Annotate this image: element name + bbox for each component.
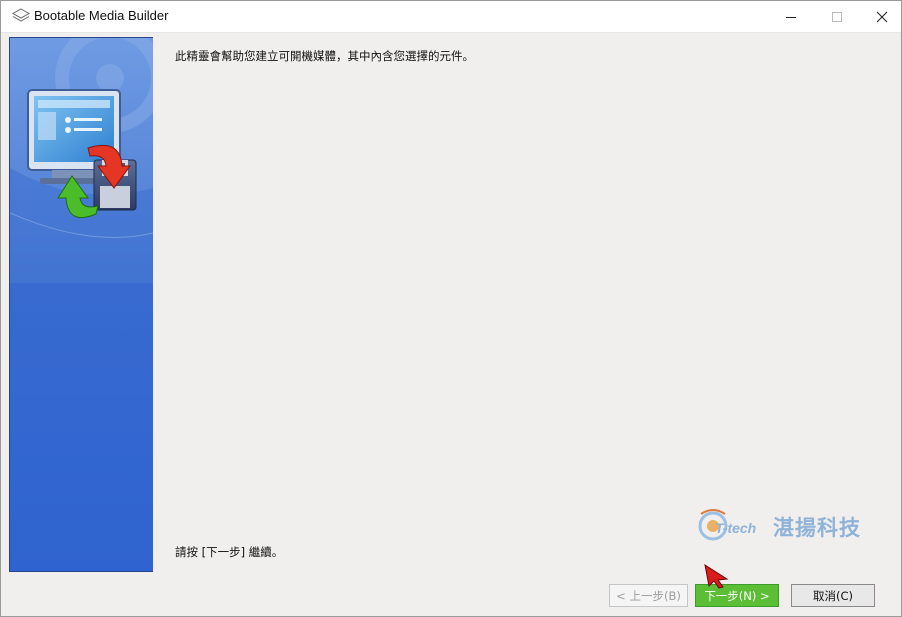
title-bar[interactable]: Bootable Media Builder bbox=[1, 1, 901, 33]
bootable-media-builder-window: Bootable Media Builder 此精靈會幫助您建立可開機媒體，其中… bbox=[0, 0, 902, 617]
pointer-arrow-icon bbox=[704, 563, 729, 589]
close-button[interactable] bbox=[859, 1, 902, 32]
watermark-brand-text: 湛揚科技 bbox=[773, 516, 861, 540]
app-layers-icon bbox=[12, 8, 30, 22]
continue-hint-text: 請按 [下一步] 繼續。 bbox=[175, 545, 284, 559]
watermark-tech-text: T-tech bbox=[715, 520, 757, 536]
back-button[interactable]: < 上一步(B) bbox=[609, 584, 688, 607]
bootable-media-banner-art bbox=[10, 38, 153, 283]
maximize-icon bbox=[832, 11, 842, 22]
ttech-watermark-logo: T-tech 湛揚科技 bbox=[695, 506, 880, 544]
wizard-intro-text: 此精靈會幫助您建立可開機媒體，其中內含您選擇的元件。 bbox=[175, 49, 474, 63]
maximize-button[interactable] bbox=[814, 1, 860, 32]
minimize-icon bbox=[786, 16, 796, 18]
close-icon bbox=[876, 11, 888, 22]
minimize-button[interactable] bbox=[768, 1, 814, 32]
window-title: Bootable Media Builder bbox=[34, 8, 169, 23]
wizard-content-area: 此精靈會幫助您建立可開機媒體，其中內含您選擇的元件。 請按 [下一步] 繼續。 bbox=[153, 33, 901, 573]
wizard-side-banner bbox=[9, 37, 154, 572]
cancel-button[interactable]: 取消(C) bbox=[791, 584, 875, 607]
